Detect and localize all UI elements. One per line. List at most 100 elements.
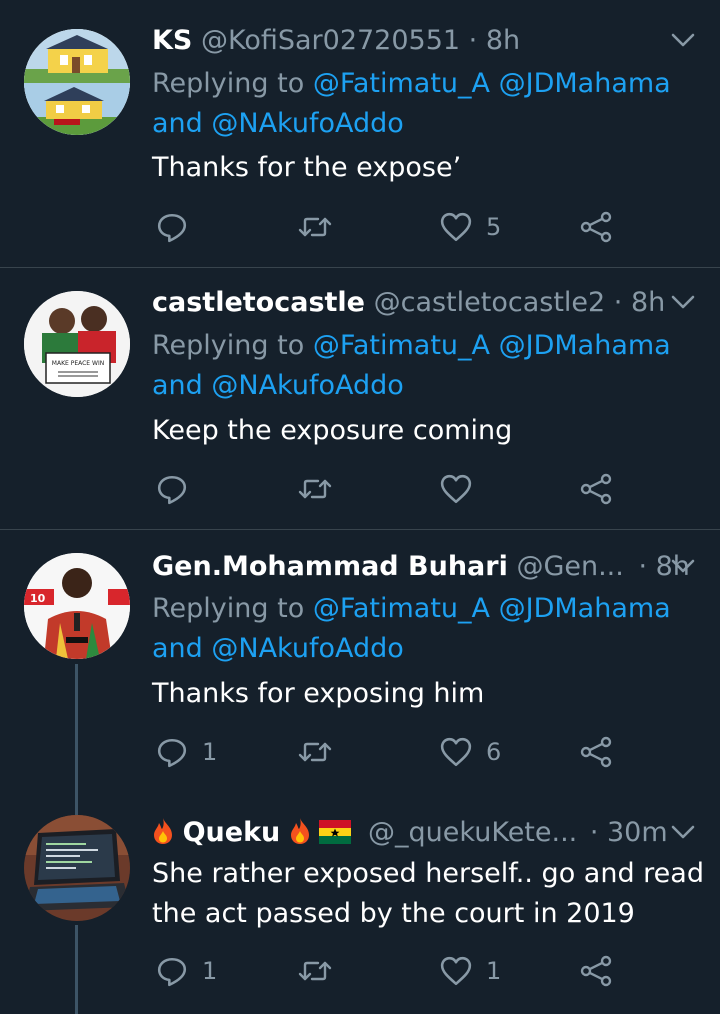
user-handle[interactable]: @castletocastle2 bbox=[374, 287, 606, 318]
share-button[interactable] bbox=[580, 732, 612, 772]
like-button[interactable]: 1 bbox=[440, 951, 501, 991]
tweet-header: Gen.Mohammad Buhari @Gen... · 8h bbox=[152, 549, 696, 585]
like-button[interactable]: 5 bbox=[440, 207, 501, 247]
thread-line bbox=[75, 664, 78, 795]
retweet-button[interactable] bbox=[298, 951, 346, 991]
avatar[interactable] bbox=[24, 29, 130, 135]
replying-prefix: Replying to bbox=[152, 68, 305, 99]
display-name[interactable]: castletocastle bbox=[152, 287, 365, 318]
share-button[interactable] bbox=[580, 469, 612, 509]
mention-and: and bbox=[152, 370, 203, 401]
tweet-gen-buhari[interactable]: 10 Gen.Mohammad Buhari @Gen... · 8h Repl… bbox=[0, 530, 720, 795]
reply-button[interactable] bbox=[156, 207, 202, 247]
like-icon bbox=[440, 956, 472, 986]
mention-link[interactable]: @NAkufoAddo bbox=[211, 108, 403, 139]
thread-line bbox=[75, 795, 78, 815]
sign-text: MAKE PEACE WIN bbox=[52, 360, 104, 367]
like-count: 5 bbox=[486, 213, 502, 241]
reply-button[interactable] bbox=[156, 469, 202, 509]
reply-icon bbox=[157, 957, 187, 987]
reply-button[interactable]: 1 bbox=[156, 732, 217, 772]
ghana-flag-icon bbox=[319, 820, 352, 844]
action-bar: 5 bbox=[152, 207, 632, 247]
tweet-text: Keep the exposure coming bbox=[152, 415, 513, 446]
retweet-icon bbox=[298, 479, 332, 499]
like-button[interactable]: 6 bbox=[440, 732, 501, 772]
mention-link[interactable]: @Fatimatu_A bbox=[313, 330, 490, 361]
reply-icon bbox=[157, 475, 187, 505]
chevron-down-icon[interactable] bbox=[670, 819, 696, 845]
avatar[interactable]: 10 bbox=[24, 553, 130, 659]
tweet-queku[interactable]: Queku @_quekuKete... · 30m She rather ex… bbox=[0, 795, 720, 1014]
user-handle[interactable]: @_quekuKete... bbox=[368, 817, 577, 848]
share-icon bbox=[580, 955, 612, 987]
mention-and: and bbox=[152, 108, 203, 139]
timestamp[interactable]: · 30m bbox=[590, 817, 668, 848]
chevron-down-icon[interactable] bbox=[670, 553, 696, 579]
like-icon bbox=[440, 737, 472, 767]
replying-to-cont: and @NAkufoAddo bbox=[152, 366, 404, 406]
tweet-text: Thanks for exposing him bbox=[152, 678, 485, 709]
display-name[interactable]: Queku bbox=[183, 817, 281, 848]
timestamp[interactable]: · 8h bbox=[614, 287, 665, 318]
replying-to-cont: and @NAkufoAddo bbox=[152, 104, 404, 144]
like-icon bbox=[440, 212, 472, 242]
replying-to: Replying to @Fatimatu_A @JDMahama bbox=[152, 589, 671, 629]
fire-emoji-icon bbox=[154, 818, 172, 844]
reply-icon bbox=[157, 738, 187, 768]
retweet-icon bbox=[298, 742, 332, 762]
share-button[interactable] bbox=[580, 207, 612, 247]
tweet-text: Thanks for the expose’ bbox=[152, 152, 462, 183]
avatar[interactable] bbox=[24, 815, 130, 921]
mention-and: and bbox=[152, 633, 203, 664]
retweet-button[interactable] bbox=[298, 207, 346, 247]
share-icon bbox=[580, 736, 612, 768]
chevron-down-icon[interactable] bbox=[670, 27, 696, 53]
avatar[interactable]: MAKE PEACE WIN bbox=[24, 291, 130, 397]
tweet-header: castletocastle @castletocastle2 · 8h bbox=[152, 285, 696, 321]
mention-link[interactable]: @Fatimatu_A bbox=[313, 593, 490, 624]
share-icon bbox=[580, 473, 612, 505]
replying-prefix: Replying to bbox=[152, 593, 305, 624]
action-bar: 1 6 bbox=[152, 732, 632, 772]
tweet-castletocastle[interactable]: MAKE PEACE WIN castletocastle @castletoc… bbox=[0, 268, 720, 529]
retweet-icon bbox=[298, 961, 332, 981]
retweet-button[interactable] bbox=[298, 732, 346, 772]
mention-link[interactable]: @Fatimatu_A bbox=[313, 68, 490, 99]
replying-to: Replying to @Fatimatu_A @JDMahama bbox=[152, 64, 671, 104]
thread-line bbox=[75, 925, 78, 1014]
reply-button[interactable]: 1 bbox=[156, 951, 217, 991]
tweet-header: KS @KofiSar02720551 · 8h bbox=[152, 23, 696, 59]
user-handle[interactable]: @Gen... bbox=[516, 551, 623, 582]
tweet-text-line: She rather exposed herself.. go and read bbox=[152, 858, 704, 889]
action-bar: 1 1 bbox=[152, 951, 632, 991]
retweet-icon bbox=[298, 217, 332, 237]
share-icon bbox=[580, 211, 612, 243]
like-count: 6 bbox=[486, 738, 502, 766]
reply-count: 1 bbox=[202, 738, 218, 766]
mention-link[interactable]: @NAkufoAddo bbox=[211, 633, 403, 664]
fire-emoji-icon bbox=[290, 818, 309, 844]
chevron-down-icon[interactable] bbox=[670, 289, 696, 315]
share-button[interactable] bbox=[580, 951, 612, 991]
retweet-button[interactable] bbox=[298, 469, 346, 509]
user-handle[interactable]: @KofiSar02720551 bbox=[201, 25, 460, 56]
timestamp[interactable]: · 8h bbox=[469, 25, 520, 56]
display-name[interactable]: KS bbox=[152, 25, 192, 56]
reply-count: 1 bbox=[202, 957, 218, 985]
replying-prefix: Replying to bbox=[152, 330, 305, 361]
tweet-text-line: the act passed by the court in 2019 bbox=[152, 898, 635, 929]
like-button[interactable] bbox=[440, 469, 486, 509]
mention-link[interactable]: @JDMahama bbox=[499, 593, 671, 624]
tweet-ks[interactable]: KS @KofiSar02720551 · 8h Replying to @Fa… bbox=[0, 0, 720, 267]
mention-link[interactable]: @NAkufoAddo bbox=[211, 370, 403, 401]
action-bar bbox=[152, 469, 632, 509]
reply-icon bbox=[157, 213, 187, 243]
tweet-header: Queku @_quekuKete... · 30m bbox=[152, 815, 696, 851]
like-count: 1 bbox=[486, 957, 502, 985]
replying-to: Replying to @Fatimatu_A @JDMahama bbox=[152, 326, 671, 366]
display-name[interactable]: Gen.Mohammad Buhari bbox=[152, 551, 508, 582]
mention-link[interactable]: @JDMahama bbox=[499, 68, 671, 99]
mention-link[interactable]: @JDMahama bbox=[499, 330, 671, 361]
like-icon bbox=[440, 474, 472, 504]
